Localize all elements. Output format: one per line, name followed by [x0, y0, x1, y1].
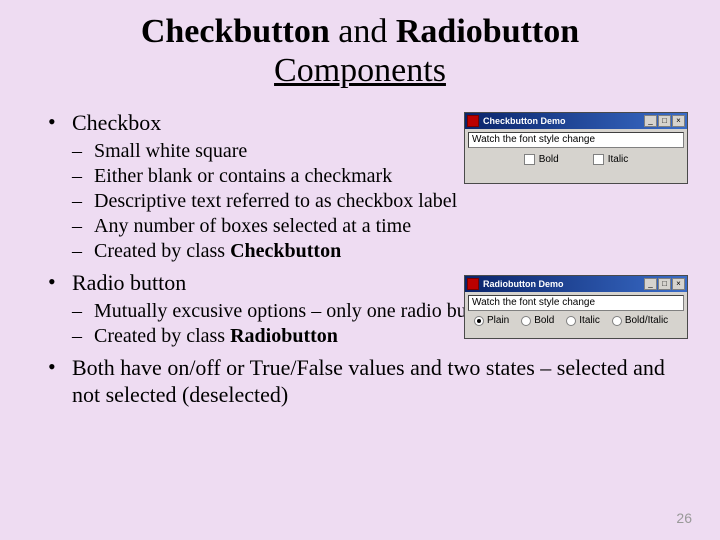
close-button[interactable]: ×: [672, 115, 685, 127]
bullet-both: •Both have on/off or True/False values a…: [30, 355, 690, 409]
window-title: Checkbutton Demo: [483, 116, 644, 126]
page-number: 26: [676, 510, 692, 526]
demo-entry[interactable]: Watch the font style change: [468, 132, 684, 148]
maximize-button[interactable]: □: [658, 278, 671, 290]
app-icon: [467, 115, 479, 127]
close-button[interactable]: ×: [672, 278, 685, 290]
app-icon: [467, 278, 479, 290]
bold-checkbox[interactable]: Bold: [524, 154, 559, 165]
minimize-button[interactable]: _: [644, 115, 657, 127]
slide-title: Checkbutton and Radiobutton Components: [0, 0, 720, 90]
bold-radio[interactable]: Bold: [521, 315, 554, 326]
demo-entry[interactable]: Watch the font style change: [468, 295, 684, 311]
plain-radio[interactable]: Plain: [474, 315, 509, 326]
radiobutton-demo-window: Radiobutton Demo _ □ × Watch the font st…: [464, 275, 688, 339]
bolditalic-radio[interactable]: Bold/Italic: [612, 315, 668, 326]
minimize-button[interactable]: _: [644, 278, 657, 290]
italic-radio[interactable]: Italic: [566, 315, 600, 326]
italic-checkbox[interactable]: Italic: [593, 154, 629, 165]
window-title: Radiobutton Demo: [483, 279, 644, 289]
checkbutton-demo-window: Checkbutton Demo _ □ × Watch the font st…: [464, 112, 688, 184]
maximize-button[interactable]: □: [658, 115, 671, 127]
